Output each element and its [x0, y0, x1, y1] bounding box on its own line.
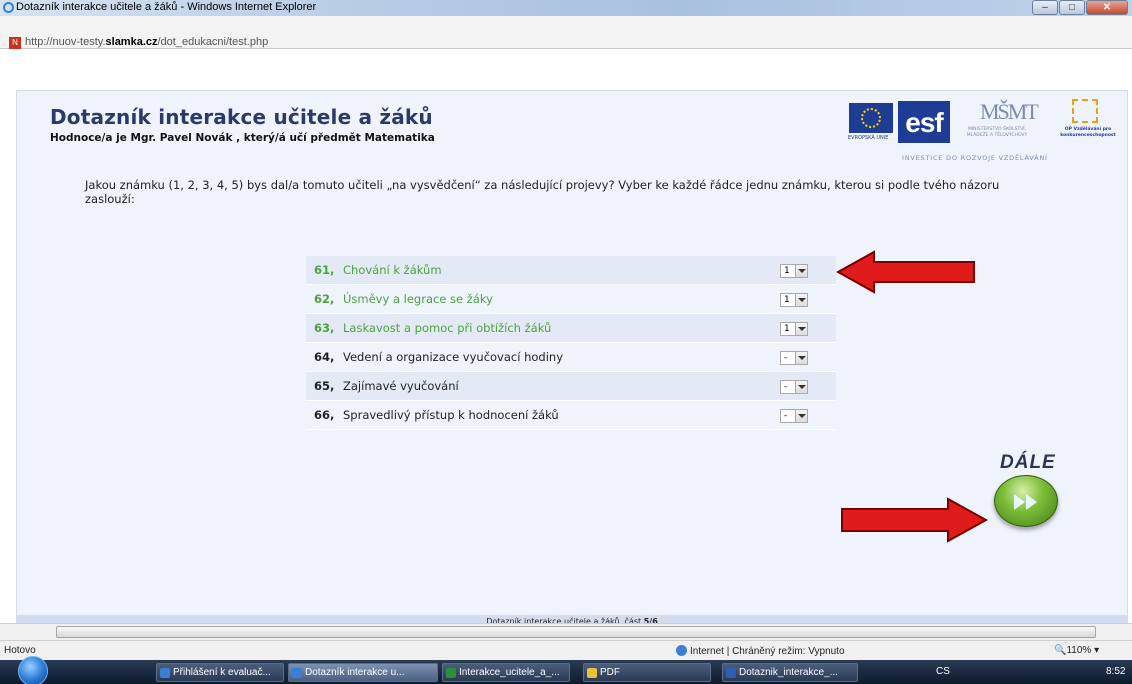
grade-select[interactable]: 1	[780, 264, 808, 278]
questionnaire-card: Dotazník interakce učitele a žáků Hodnoc…	[16, 90, 1128, 638]
internet-explorer-icon	[292, 668, 302, 678]
taskbar-item[interactable]: Dotaznik_interakce_...	[722, 663, 858, 682]
horizontal-scrollbar[interactable]	[0, 623, 1132, 640]
red-arrow-left-icon	[836, 250, 975, 294]
security-zone: Internet | Chráněný režim: Vypnuto	[676, 645, 845, 657]
maximize-button[interactable]: □	[1059, 0, 1085, 15]
grade-select[interactable]: -	[780, 351, 808, 365]
eu-flag-logo	[849, 103, 893, 133]
chevron-down-icon[interactable]	[795, 410, 807, 422]
item-label: Laskavost a pomoc při obtížích žáků	[343, 321, 552, 335]
excel-icon	[446, 668, 456, 678]
page-subtitle: Hodnoce/a je Mgr. Pavel Novák , který/á …	[50, 132, 435, 144]
msmt-logo: MŠMT	[980, 99, 1039, 124]
table-row: 63, Laskavost a pomoc při obtížích žáků …	[306, 314, 836, 343]
eu-caption: EVROPSKÁ UNIE	[848, 135, 889, 141]
items-table: 61, Chování k žákům 1 62, Úsměvy a legra…	[306, 256, 836, 430]
table-row: 65, Zajímavé vyučování -	[306, 372, 836, 401]
investice-caption: INVESTICE DO ROZVOJE VZDĚLÁVÁNÍ	[902, 154, 1048, 162]
minimize-button[interactable]: –	[1032, 0, 1058, 15]
table-row: 62, Úsměvy a legrace se žáky 1	[306, 285, 836, 314]
address-bar: N http://nuov-testy.slamka.cz/dot_edukac…	[0, 16, 1132, 49]
internet-explorer-icon	[3, 2, 14, 13]
taskbar-item[interactable]: Dotazník interakce u...	[288, 663, 438, 682]
grade-select[interactable]: -	[780, 409, 808, 423]
grade-select[interactable]: 1	[780, 322, 808, 336]
scrollbar-thumb[interactable]	[56, 626, 1096, 638]
grade-select[interactable]: 1	[780, 293, 808, 307]
status-text: Hotovo	[4, 645, 36, 656]
address-url[interactable]: http://nuov-testy.slamka.cz/dot_edukacni…	[25, 36, 268, 48]
internet-explorer-icon	[160, 668, 170, 678]
item-label: Zajímavé vyučování	[343, 379, 459, 393]
table-row: 64, Vedení a organizace vyučovací hodiny…	[306, 343, 836, 372]
taskbar-item[interactable]: PDF	[583, 663, 711, 682]
item-label: Úsměvy a legrace se žáky	[343, 292, 493, 306]
chevron-down-icon[interactable]	[795, 381, 807, 393]
word-icon	[726, 668, 736, 678]
item-number: 66,	[314, 408, 335, 422]
close-button[interactable]: ✕	[1086, 0, 1128, 15]
window-controls: – □ ✕	[1031, 0, 1128, 16]
next-label[interactable]: DÁLE	[1000, 452, 1056, 474]
taskbar-item[interactable]: Interakce_ucitele_a_...	[442, 663, 570, 682]
item-label: Vedení a organizace vyučovací hodiny	[343, 350, 563, 364]
op-vzdelavani-logo	[1072, 99, 1098, 123]
item-label: Spravedlivý přístup k hodnocení žáků	[343, 408, 559, 422]
item-number: 64,	[314, 350, 335, 364]
op-caption: OP Vzdělávání pro konkurenceschopnost	[1060, 127, 1116, 138]
status-bar: Hotovo Internet | Chráněný režim: Vypnut…	[0, 640, 1132, 660]
chevron-down-icon[interactable]	[795, 323, 807, 335]
chevron-down-icon[interactable]	[795, 265, 807, 277]
esf-logo: esf	[898, 101, 950, 143]
page-title: Dotazník interakce učitele a žáků	[50, 105, 433, 129]
page-viewport: Dotazník interakce učitele a žáků Hodnoc…	[0, 50, 1132, 638]
item-number: 65,	[314, 379, 335, 393]
sponsor-logos: EVROPSKÁ UNIE esf MŠMT MINISTERSTVO ŠKOL…	[842, 97, 1117, 162]
site-favicon-icon: N	[9, 37, 21, 49]
clock[interactable]: 8:52	[1106, 666, 1125, 677]
item-label: Chování k žákům	[343, 263, 442, 277]
chevron-down-icon[interactable]	[795, 352, 807, 364]
zoom-level[interactable]: 🔍110% ▾	[1054, 645, 1099, 656]
fast-forward-icon	[1014, 494, 1025, 510]
item-number: 61,	[314, 263, 335, 277]
chevron-down-icon[interactable]	[795, 294, 807, 306]
item-number: 63,	[314, 321, 335, 335]
table-row: 66, Spravedlivý přístup k hodnocení žáků…	[306, 401, 836, 430]
msmt-caption: MINISTERSTVO ŠKOLSTVÍ, MLÁDEŽE A TĚLOVÝC…	[966, 127, 1028, 138]
taskbar-item[interactable]: Přihlášení k evaluač...	[156, 663, 284, 682]
windows-taskbar: Přihlášení k evaluač... Dotazník interak…	[0, 656, 1132, 684]
table-row: 61, Chování k žákům 1	[306, 256, 836, 285]
next-button[interactable]	[994, 475, 1058, 527]
window-titlebar: Dotazník interakce učitele a žáků - Wind…	[0, 0, 1132, 16]
language-indicator[interactable]: CS	[936, 666, 950, 677]
start-button[interactable]	[18, 656, 48, 684]
question-text: Jakou známku (1, 2, 3, 4, 5) bys dal/a t…	[85, 178, 1000, 206]
folder-icon	[587, 668, 597, 678]
globe-icon	[676, 645, 687, 656]
item-number: 62,	[314, 292, 335, 306]
window-title: Dotazník interakce učitele a žáků - Wind…	[16, 1, 317, 13]
red-arrow-right-icon	[841, 497, 989, 543]
grade-select[interactable]: -	[780, 380, 808, 394]
